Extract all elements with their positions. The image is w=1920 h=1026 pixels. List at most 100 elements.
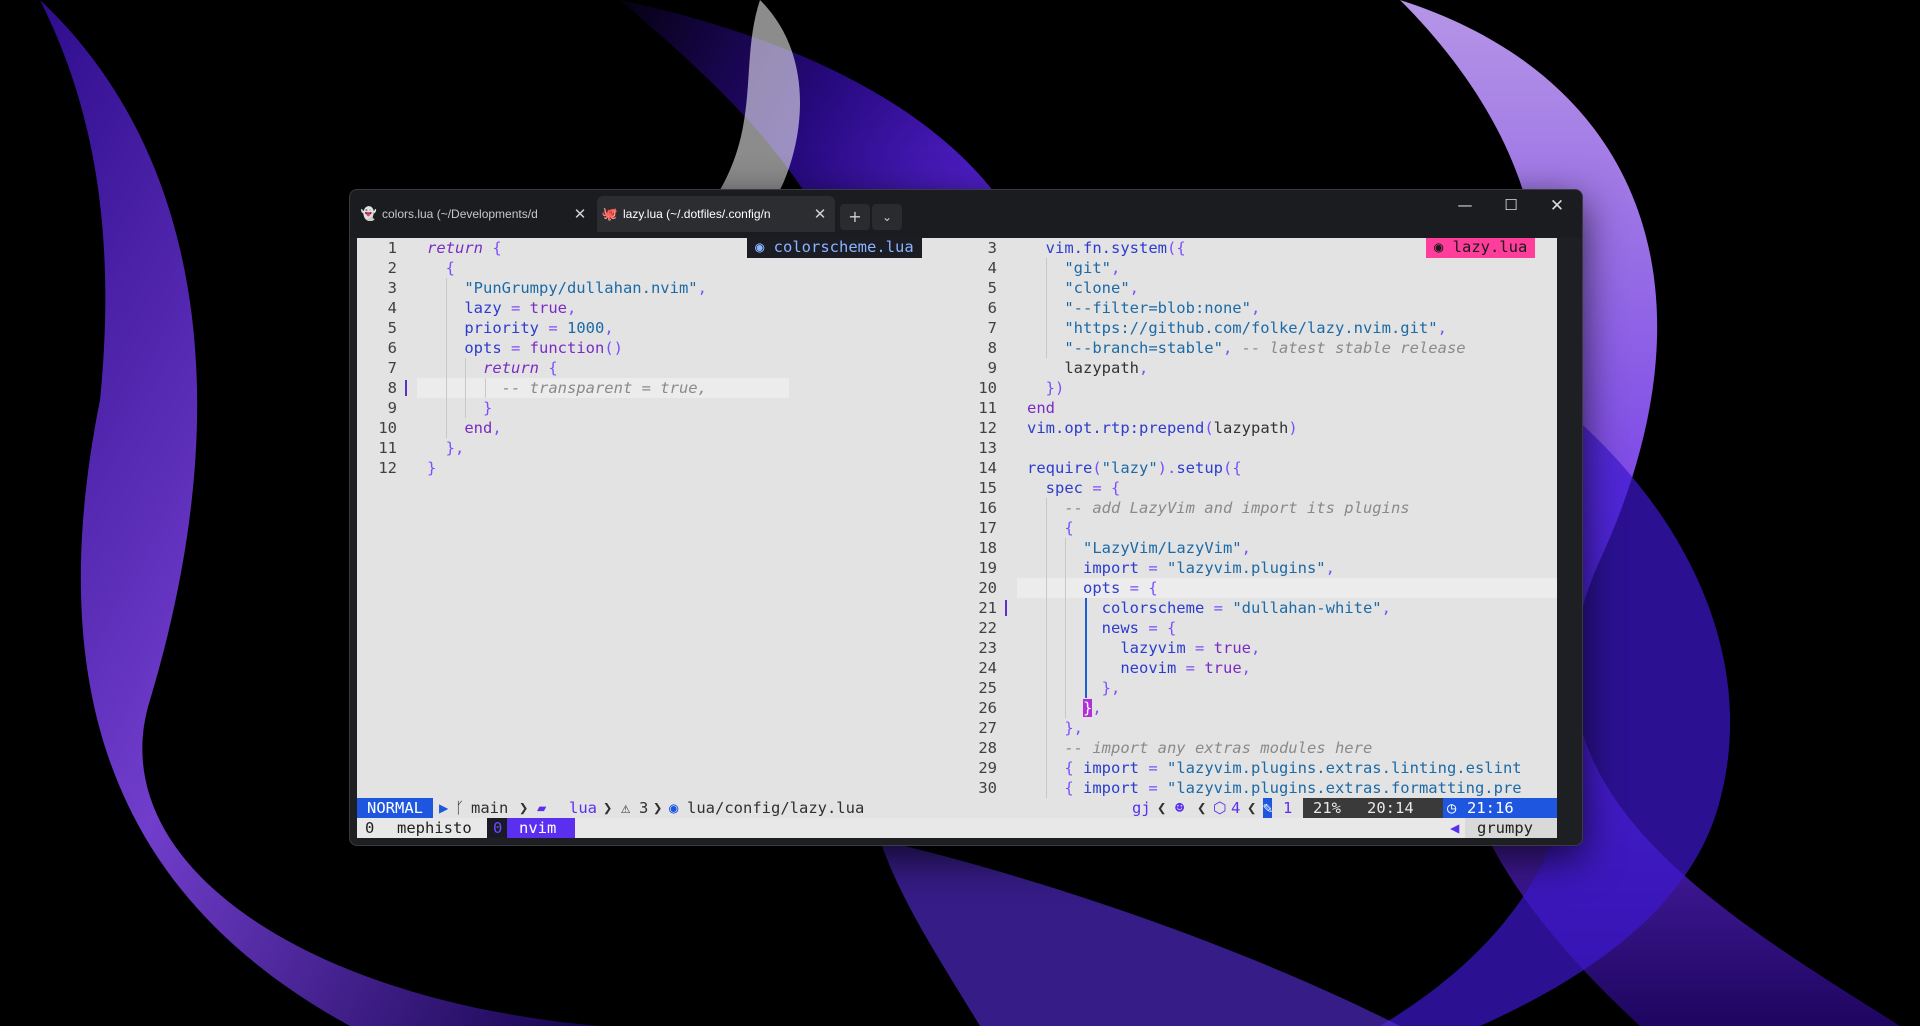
code-line[interactable]: 21 colorscheme = "dullahan-white",: [957, 598, 1557, 618]
code-line[interactable]: 4 "git",: [957, 258, 1557, 278]
code-line[interactable]: 11 },: [357, 438, 947, 458]
code-line[interactable]: 26 },: [957, 698, 1557, 718]
tab-lazy-lua[interactable]: 🐙 lazy.lua (~/.dotfiles/.config/n ✕: [597, 196, 835, 232]
code-line[interactable]: 23 lazyvim = true,: [957, 638, 1557, 658]
code-line[interactable]: 11 end: [957, 398, 1557, 418]
line-number: 29: [978, 759, 997, 777]
indent-guide: [1084, 618, 1087, 638]
editor-pane-right[interactable]: 3 vim.fn.system({4 "git", 5 "clone", 6 "--…: [957, 238, 1557, 798]
code-line[interactable]: 24 neovim = true,: [957, 658, 1557, 678]
indent-guide: [446, 378, 448, 398]
code-line[interactable]: 8 -- transparent = true,: [357, 378, 947, 398]
code-line[interactable]: 15 spec = {: [957, 478, 1557, 498]
code-line[interactable]: 18 "LazyVim/LazyVim",: [957, 538, 1557, 558]
minimize-button[interactable]: —: [1442, 196, 1488, 228]
lua-icon: ◉: [755, 238, 774, 256]
indent-guide: [1046, 598, 1048, 618]
maximize-button[interactable]: ☐: [1488, 196, 1534, 228]
code-line[interactable]: 10 }): [957, 378, 1557, 398]
line-number: 26: [978, 699, 997, 717]
code-line[interactable]: 25 },: [957, 678, 1557, 698]
code-text: require("lazy").setup({: [1027, 459, 1242, 477]
code-line[interactable]: 12}: [357, 458, 947, 478]
code-line[interactable]: 9 lazypath,: [957, 358, 1557, 378]
code-line[interactable]: 8 "--branch=stable", -- latest stable re…: [957, 338, 1557, 358]
indent-guide: [1046, 338, 1048, 358]
code-line[interactable]: 7 return {: [357, 358, 947, 378]
code-line[interactable]: 4 lazy = true,: [357, 298, 947, 318]
git-branch-icon: ᚴ: [455, 799, 465, 817]
indent-guide: [1046, 738, 1048, 758]
line-number: 28: [978, 739, 997, 757]
line-number: 25: [978, 679, 997, 697]
folder-icon: ▰: [537, 799, 547, 817]
separator-icon: ❯: [603, 799, 613, 817]
tmux-window-name[interactable]: nvim: [519, 818, 556, 838]
line-number: 7: [987, 319, 997, 337]
code-line[interactable]: 27 },: [957, 718, 1557, 738]
indent-guide: [1065, 558, 1067, 578]
code-line[interactable]: 2 {: [357, 258, 947, 278]
indent-guide: [446, 318, 448, 338]
indent-guide: [1084, 678, 1087, 698]
code-line[interactable]: 19 import = "lazyvim.plugins",: [957, 558, 1557, 578]
ghost-icon: 👻: [360, 206, 378, 221]
cursor-line-mark: [405, 380, 407, 396]
line-number: 7: [387, 359, 397, 377]
tab-close-icon[interactable]: ✕: [805, 205, 835, 223]
separator-icon: ❮: [1197, 799, 1207, 817]
statusline: NORMAL ▶ ᚴ main ❯ ▰ lua ❯ ⚠ 3 ❯ ◉ lua/co…: [357, 798, 1557, 818]
code-line[interactable]: 17 {: [957, 518, 1557, 538]
line-number: 9: [987, 359, 997, 377]
code-line[interactable]: 14 require("lazy").setup({: [957, 458, 1557, 478]
code-line[interactable]: 28 -- import any extras modules here: [957, 738, 1557, 758]
indent-guide: [1065, 618, 1067, 638]
indent-guide: [446, 298, 448, 318]
code-line[interactable]: 22 news = {: [957, 618, 1557, 638]
indent-guide: [1046, 578, 1048, 598]
line-number: 27: [978, 719, 997, 737]
code-line[interactable]: 5 priority = 1000,: [357, 318, 947, 338]
code-line[interactable]: 12 vim.opt.rtp:prepend(lazypath): [957, 418, 1557, 438]
code-text: {: [1064, 519, 1074, 537]
line-number: 24: [978, 659, 997, 677]
indent-guide: [1065, 678, 1067, 698]
code-line[interactable]: 6 opts = function(): [357, 338, 947, 358]
code-line[interactable]: 20 opts = {: [957, 578, 1557, 598]
code-line[interactable]: 10 end,: [357, 418, 947, 438]
tab-close-icon[interactable]: ✕: [565, 205, 595, 223]
indent-guide: [1046, 318, 1048, 338]
code-line[interactable]: 30 { import = "lazyvim.plugins.extras.fo…: [957, 778, 1557, 798]
code-line[interactable]: 29 { import = "lazyvim.plugins.extras.li…: [957, 758, 1557, 778]
code-line[interactable]: 3 "PunGrumpy/dullahan.nvim",: [357, 278, 947, 298]
code-text: "LazyVim/LazyVim",: [1083, 539, 1251, 557]
code-line[interactable]: 9 }: [357, 398, 947, 418]
indent-guide: [446, 338, 448, 358]
terminal-content[interactable]: 1 return {2 {3 "PunGrumpy/dullahan.nvim",…: [357, 238, 1557, 838]
line-number: 4: [387, 299, 397, 317]
tab-title: colors.lua (~/Developments/d: [382, 207, 538, 221]
new-tab-button[interactable]: +: [840, 204, 870, 230]
tab-title: lazy.lua (~/.dotfiles/.config/n: [623, 207, 771, 221]
code-text: vim.fn.system({: [1045, 239, 1186, 257]
tab-dropdown-button[interactable]: ⌄: [872, 204, 902, 230]
close-window-button[interactable]: ✕: [1534, 196, 1580, 228]
code-text: "--filter=blob:none",: [1064, 299, 1261, 317]
code-text: lazy = true,: [464, 299, 577, 317]
code-text: news = {: [1101, 619, 1177, 637]
editor-pane-left[interactable]: 1 return {2 {3 "PunGrumpy/dullahan.nvim",…: [357, 238, 947, 798]
code-text: },: [445, 439, 465, 457]
code-text: end,: [464, 419, 502, 437]
code-text: opts = function(): [464, 339, 623, 357]
line-number: 8: [387, 379, 397, 397]
indent-guide: [1046, 678, 1048, 698]
code-line[interactable]: 7 "https://github.com/folke/lazy.nvim.gi…: [957, 318, 1557, 338]
code-line[interactable]: 5 "clone",: [957, 278, 1557, 298]
line-number: 4: [987, 259, 997, 277]
code-line[interactable]: 16 -- add LazyVim and import its plugins: [957, 498, 1557, 518]
code-line[interactable]: 6 "--filter=blob:none",: [957, 298, 1557, 318]
code-text: "PunGrumpy/dullahan.nvim",: [464, 279, 707, 297]
code-line[interactable]: 13: [957, 438, 1557, 458]
tmux-user: grumpy: [1477, 819, 1533, 837]
tab-colors-lua[interactable]: 👻 colors.lua (~/Developments/d ✕: [356, 196, 595, 232]
